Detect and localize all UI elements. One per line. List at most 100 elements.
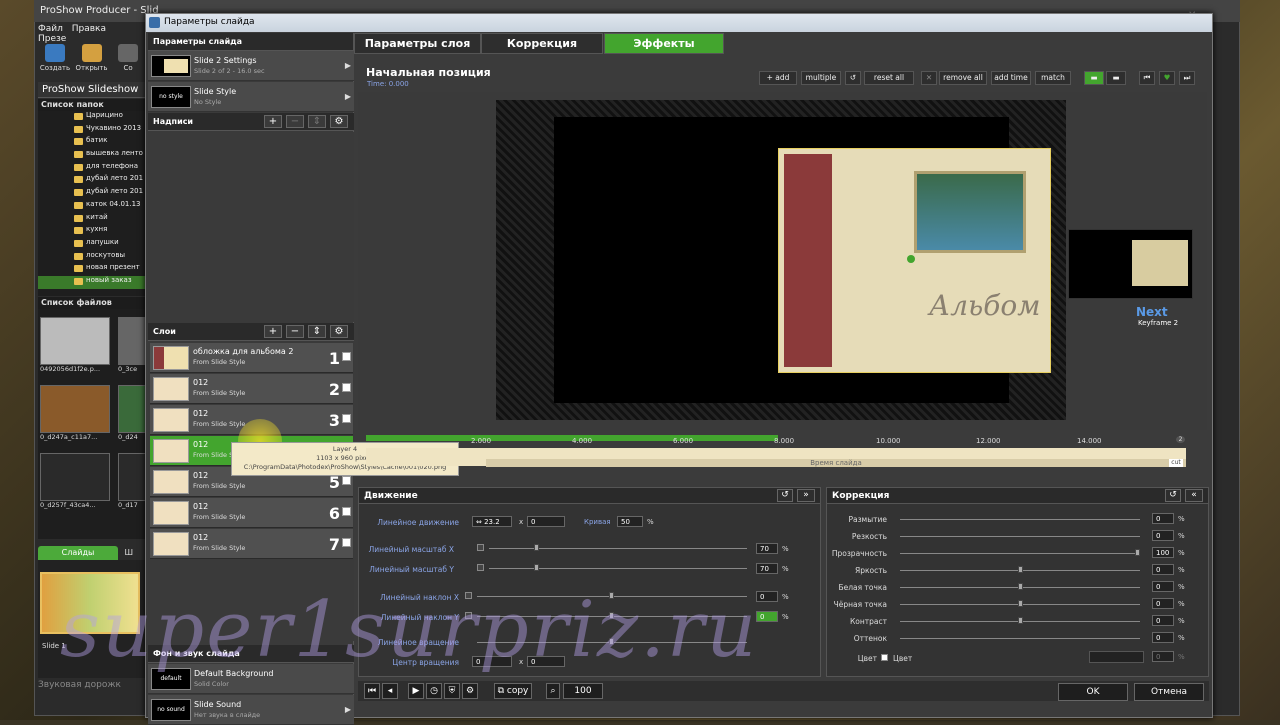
reorder-layer-button[interactable]: ⇕ [308, 325, 326, 338]
color-dropdown[interactable] [1089, 651, 1144, 663]
black-point-field[interactable]: 0 [1152, 598, 1174, 609]
file-thumbnail[interactable]: 0_d247a_c11a7... [40, 385, 110, 441]
match-button[interactable]: match [1035, 71, 1071, 85]
menu-file[interactable]: Файл [38, 24, 63, 34]
white-point-slider-knob[interactable] [1018, 583, 1023, 590]
layer-visible-checkbox[interactable] [342, 538, 351, 547]
remove-caption-button[interactable]: − [286, 115, 304, 128]
file-thumbnail[interactable]: 0_d17 [118, 453, 148, 509]
layer-visible-checkbox[interactable] [342, 476, 351, 485]
add-caption-button[interactable]: + [264, 115, 282, 128]
motion-collapse-icon[interactable]: » [797, 489, 815, 502]
timeline-ruler[interactable]: 2.000 4.000 6.000 8.000 10.000 12.000 14… [366, 435, 1186, 449]
layer-row-7[interactable]: 012 From Slide Style 7 [150, 529, 353, 559]
create-button[interactable]: Создать [38, 42, 72, 72]
menu-edit[interactable]: Правка [72, 24, 106, 34]
tab-other[interactable]: Ш [121, 548, 134, 557]
add-layer-button[interactable]: + [264, 325, 282, 338]
layer-visible-checkbox[interactable] [342, 383, 351, 392]
motion-reset-icon[interactable]: ↺ [777, 489, 793, 502]
hue-field[interactable]: 0 [1152, 632, 1174, 643]
folder-item[interactable]: лоскутовы [38, 251, 148, 264]
tilt-x-field[interactable]: 0 [756, 591, 778, 602]
prev-keyframe-icon[interactable]: ⏮ [1139, 71, 1155, 85]
curve-field[interactable]: 50 [617, 516, 643, 527]
reorder-caption-button[interactable]: ⇕ [308, 115, 326, 128]
save-button[interactable]: Со [111, 42, 145, 72]
next-keyframe-icon[interactable]: ⏭ [1179, 71, 1195, 85]
folder-item[interactable]: кухня [38, 225, 148, 238]
remove-layer-button[interactable]: − [286, 325, 304, 338]
sound-row[interactable]: no sound Slide Sound Нет звука в слайде … [148, 695, 354, 725]
remove-all-button[interactable]: remove all [939, 71, 987, 85]
file-thumbnail[interactable]: 0_d257f_43ca4... [40, 453, 110, 509]
layer-settings-gear-icon[interactable]: ⚙ [330, 325, 348, 338]
contrast-slider-knob[interactable] [1018, 617, 1023, 624]
gear-icon[interactable]: ⚙ [462, 683, 478, 699]
black-point-slider-knob[interactable] [1018, 600, 1023, 607]
reset-icon[interactable]: ↺ [845, 71, 861, 85]
slide-style-row[interactable]: no style Slide Style No Style ▶ [148, 82, 354, 112]
motion-x-field[interactable]: ⇔ 23.2 [472, 516, 512, 527]
remove-icon[interactable]: ✕ [921, 71, 937, 85]
sharpness-slider[interactable] [900, 536, 1140, 537]
white-point-field[interactable]: 0 [1152, 581, 1174, 592]
open-button[interactable]: Открыть [75, 42, 109, 72]
folder-item-selected[interactable]: новый заказ [38, 275, 148, 289]
motion-y-field[interactable]: 0 [527, 516, 565, 527]
scale-y-slider[interactable] [489, 568, 747, 569]
scale-x-field[interactable]: 70 [756, 543, 778, 554]
view-mode-1-icon[interactable]: ▬ [1084, 71, 1104, 85]
tab-effects[interactable]: Эффекты [604, 33, 724, 54]
keyframe-marker-icon[interactable]: ♥ [1159, 71, 1175, 85]
folder-item[interactable]: каток 04.01.13 [38, 200, 148, 213]
layer-visible-checkbox[interactable] [342, 414, 351, 423]
scale-y-field[interactable]: 70 [756, 563, 778, 574]
slide-settings-row[interactable]: Slide 2 Settings Slide 2 of 2 - 16.0 sec… [148, 51, 354, 81]
tab-correction[interactable]: Коррекция [481, 33, 603, 54]
clock-icon[interactable]: ◷ [426, 683, 442, 699]
folder-item[interactable]: китай [38, 213, 148, 226]
scale-x-checkbox[interactable] [477, 544, 484, 551]
file-thumbnail[interactable]: 0_3ce [118, 317, 148, 373]
slide-time-bar[interactable]: Время слайда cut [366, 448, 1186, 467]
tab-slides[interactable]: Слайды [38, 546, 118, 560]
hue-slider[interactable] [900, 638, 1140, 639]
correction-collapse-icon[interactable]: « [1185, 489, 1203, 502]
layer-visible-checkbox[interactable] [342, 507, 351, 516]
scale-y-slider-knob[interactable] [534, 564, 539, 571]
cut-button[interactable]: cut [1169, 459, 1183, 467]
brightness-field[interactable]: 0 [1152, 564, 1174, 575]
folder-item[interactable]: батик [38, 136, 148, 149]
blur-slider[interactable] [900, 519, 1140, 520]
tab-layer-settings[interactable]: Параметры слоя [354, 33, 481, 54]
zoom-icon[interactable]: ⌕ [546, 683, 560, 699]
contrast-field[interactable]: 0 [1152, 615, 1174, 626]
brightness-slider-knob[interactable] [1018, 566, 1023, 573]
copy-button[interactable]: ⧉ copy [494, 683, 532, 699]
color-checkbox[interactable] [881, 654, 888, 661]
correction-reset-icon[interactable]: ↺ [1165, 489, 1181, 502]
folder-item[interactable]: Чукавино 2013 [38, 124, 148, 137]
folder-item[interactable]: вышевка ленто [38, 149, 148, 162]
folder-item[interactable]: дубай лето 201 [38, 174, 148, 187]
reset-all-button[interactable]: reset all [864, 71, 914, 85]
scale-x-slider-knob[interactable] [534, 544, 539, 551]
multiple-button[interactable]: multiple [801, 71, 841, 85]
ok-button[interactable]: OK [1058, 683, 1128, 701]
folder-item[interactable]: дубай лето 201 [38, 187, 148, 200]
next-keyframe-preview[interactable] [1068, 229, 1193, 299]
add-time-button[interactable]: add time [991, 71, 1031, 85]
layer-row-2[interactable]: 012 From Slide Style 2 [150, 374, 353, 404]
view-mode-2-icon[interactable]: ▬ [1106, 71, 1126, 85]
tilt-y-field[interactable]: 0 [756, 611, 778, 622]
first-frame-icon[interactable]: ⏮ [364, 683, 380, 699]
file-thumbnail[interactable]: 0_d24 [118, 385, 148, 441]
color-field[interactable]: 0 [1152, 651, 1174, 662]
layer-visible-checkbox[interactable] [342, 352, 351, 361]
layer-row-1[interactable]: обложка для альбома 2 From Slide Style 1 [150, 343, 353, 373]
folder-item[interactable]: Царицино [38, 111, 148, 124]
opacity-slider-knob[interactable] [1135, 549, 1140, 556]
opacity-field[interactable]: 100 [1152, 547, 1174, 558]
layer-image[interactable]: Альбом [778, 148, 1051, 373]
